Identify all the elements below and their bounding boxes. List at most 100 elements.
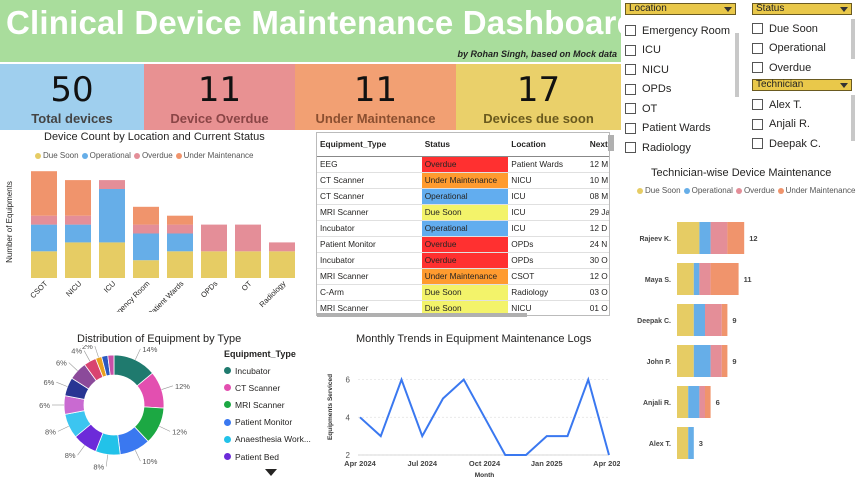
location-option-ot[interactable]: OT	[625, 99, 736, 119]
checkbox[interactable]	[752, 23, 763, 35]
bar-segment-deepak-c-due-soon[interactable]	[677, 304, 694, 336]
bar-segment-patient-wards-overdue[interactable]	[167, 224, 193, 234]
bar-segment-patient-wards-operational[interactable]	[167, 233, 193, 252]
bar-segment-opds-due-soon[interactable]	[201, 251, 227, 278]
location-option-patient-wards[interactable]: Patient Wards	[625, 119, 736, 139]
checkbox[interactable]	[625, 142, 636, 154]
column-header-status[interactable]: Status	[421, 133, 509, 157]
bar-segment-csot-due-soon[interactable]	[31, 251, 57, 278]
bar-segment-nicu-due-soon[interactable]	[65, 242, 91, 278]
bar-segment-icu-operational[interactable]	[99, 189, 125, 243]
table-row[interactable]: C-Arm Due Soon Radiology 03 O	[317, 284, 609, 301]
table-scrollbar[interactable]	[608, 135, 614, 151]
legend-scroll-down-icon[interactable]	[265, 469, 277, 476]
bar-segment-alex-t-due-soon[interactable]	[677, 427, 689, 459]
checkbox[interactable]	[625, 64, 636, 76]
technician-slicer-header[interactable]: Technician	[752, 79, 852, 91]
table-row[interactable]: MRI Scanner Under Maintenance CSOT 12 O	[317, 268, 609, 285]
technician-slicer-scrollbar[interactable]	[851, 95, 855, 141]
bar-segment-rajeev-k-overdue[interactable]	[710, 222, 728, 254]
location-option-emergency-room[interactable]: Emergency Room	[625, 21, 736, 41]
bar-segment-nicu-operational[interactable]	[65, 224, 91, 243]
bar-segment-deepak-c-under-maintenance[interactable]	[721, 304, 728, 336]
technician-option-alex-t[interactable]: Alex T.	[752, 95, 852, 115]
status-option-due-soon[interactable]: Due Soon	[752, 19, 852, 39]
status-option-overdue[interactable]: Overdue	[752, 58, 852, 78]
checkbox[interactable]	[752, 118, 763, 130]
checkbox[interactable]	[752, 138, 763, 150]
column-header-next[interactable]: Next	[586, 133, 609, 157]
bar-segment-nicu-overdue[interactable]	[65, 215, 91, 225]
bar-segment-deepak-c-operational[interactable]	[693, 304, 705, 336]
location-option-radiology[interactable]: Radiology	[625, 138, 736, 158]
checkbox[interactable]	[625, 83, 636, 95]
technician-option-anjali-r[interactable]: Anjali R.	[752, 115, 852, 135]
bar-segment-csot-operational[interactable]	[31, 224, 57, 252]
bar-segment-anjali-r-overdue[interactable]	[699, 386, 705, 418]
bar-segment-alex-t-operational[interactable]	[688, 427, 694, 459]
bar-segment-ot-overdue[interactable]	[235, 224, 261, 252]
bar-segment-rajeev-k-operational[interactable]	[699, 222, 711, 254]
bar-segment-opds-overdue[interactable]	[201, 224, 227, 252]
bar-segment-john-p-due-soon[interactable]	[677, 345, 694, 377]
location-option-icu[interactable]: ICU	[625, 41, 736, 61]
bar-segment-emergency-room-due-soon[interactable]	[133, 260, 159, 278]
table-row[interactable]: MRI Scanner Due Soon ICU 29 Ja	[317, 204, 609, 221]
table-row[interactable]: EEG Overdue Patient Wards 12 M	[317, 156, 609, 173]
status-slicer[interactable]: Status Due Soon Operational Overdue	[752, 3, 852, 78]
table-row[interactable]: CT Scanner Operational ICU 08 M	[317, 188, 609, 205]
bar-segment-icu-overdue[interactable]	[99, 180, 125, 189]
bar-segment-csot-under-maintenance[interactable]	[31, 171, 57, 216]
bar-segment-emergency-room-operational[interactable]	[133, 233, 159, 261]
bar-segment-patient-wards-due-soon[interactable]	[167, 251, 193, 278]
location-option-nicu[interactable]: NICU	[625, 60, 736, 80]
bar-segment-anjali-r-operational[interactable]	[688, 386, 700, 418]
bar-segment-deepak-c-overdue[interactable]	[705, 304, 722, 336]
bar-segment-john-p-under-maintenance[interactable]	[721, 345, 728, 377]
column-header-equipment-type[interactable]: Equipment_Type	[317, 133, 422, 157]
location-slicer[interactable]: Location Emergency Room ICU NICU OPDs OT Pati…	[625, 3, 736, 158]
bar-segment-maya-s-under-maintenance[interactable]	[710, 263, 739, 295]
technician-option-deepak-c[interactable]: Deepak C.	[752, 134, 852, 154]
bar-segment-csot-overdue[interactable]	[31, 215, 57, 225]
bar-segment-maya-s-operational[interactable]	[693, 263, 700, 295]
bar-segment-emergency-room-overdue[interactable]	[133, 224, 159, 234]
bar-segment-rajeev-k-due-soon[interactable]	[677, 222, 700, 254]
technician-slicer[interactable]: Technician Alex T. Anjali R. Deepak C.	[752, 79, 852, 154]
status-slicer-header[interactable]: Status	[752, 3, 852, 15]
bar-segment-maya-s-overdue[interactable]	[699, 263, 711, 295]
bar-segment-icu-due-soon[interactable]	[99, 242, 125, 278]
bar-segment-maya-s-due-soon[interactable]	[677, 263, 694, 295]
bar-segment-john-p-overdue[interactable]	[710, 345, 722, 377]
checkbox[interactable]	[625, 122, 636, 134]
bar-segment-emergency-room-under-maintenance[interactable]	[133, 206, 159, 225]
bar-segment-radiology-overdue[interactable]	[269, 242, 295, 252]
checkbox[interactable]	[752, 99, 763, 111]
location-slicer-header[interactable]: Location	[625, 3, 736, 15]
status-slicer-scrollbar[interactable]	[851, 19, 855, 59]
table-row[interactable]: Patient Monitor Overdue OPDs 24 N	[317, 236, 609, 253]
bar-segment-john-p-operational[interactable]	[693, 345, 711, 377]
table-row[interactable]: Incubator Overdue OPDs 30 O	[317, 252, 609, 269]
bar-segment-anjali-r-under-maintenance[interactable]	[705, 386, 711, 418]
checkbox[interactable]	[625, 44, 636, 56]
column-header-location[interactable]: Location	[508, 133, 587, 157]
table-row[interactable]: Incubator Operational ICU 12 D	[317, 220, 609, 237]
bar-segment-ot-due-soon[interactable]	[235, 251, 261, 278]
bar-segment-patient-wards-under-maintenance[interactable]	[167, 215, 193, 225]
equipment-table[interactable]: Equipment_Type Status Location Next EEG Over…	[316, 132, 610, 316]
bar-segment-anjali-r-due-soon[interactable]	[677, 386, 689, 418]
table-row[interactable]: CT Scanner Under Maintenance NICU 10 M	[317, 172, 609, 189]
checkbox[interactable]	[625, 103, 636, 115]
checkbox[interactable]	[625, 25, 636, 37]
bar-segment-nicu-under-maintenance[interactable]	[65, 180, 91, 216]
location-slicer-scrollbar[interactable]	[735, 33, 739, 97]
location-option-opds[interactable]: OPDs	[625, 80, 736, 100]
bar-segment-radiology-due-soon[interactable]	[269, 251, 295, 278]
status-option-label: Operational	[769, 42, 826, 55]
table-horizontal-scrollbar[interactable]	[317, 313, 527, 317]
bar-segment-rajeev-k-under-maintenance[interactable]	[727, 222, 745, 254]
checkbox[interactable]	[752, 62, 763, 74]
checkbox[interactable]	[752, 42, 763, 54]
status-option-operational[interactable]: Operational	[752, 39, 852, 59]
